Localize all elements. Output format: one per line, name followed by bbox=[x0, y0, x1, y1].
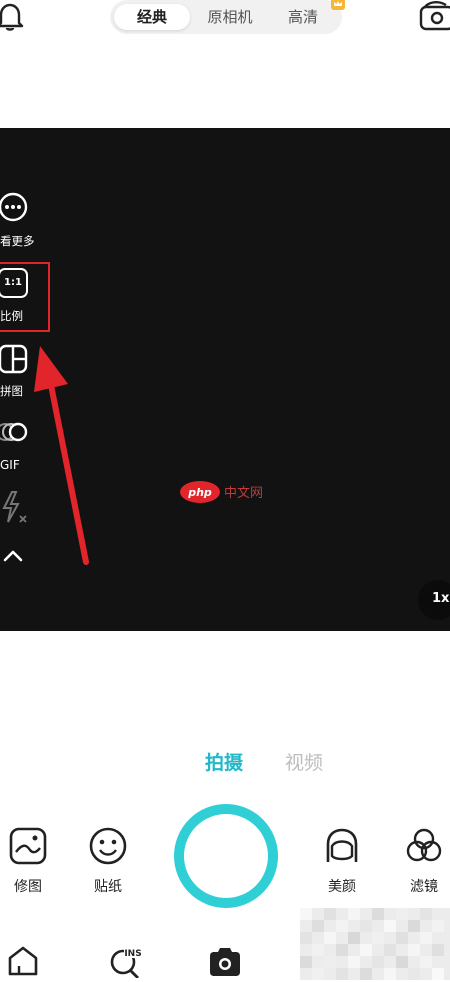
bell-icon[interactable] bbox=[0, 2, 24, 32]
svg-text:INS: INS bbox=[124, 949, 141, 959]
flash-off-icon[interactable] bbox=[0, 490, 30, 526]
collage-label: 拼图 bbox=[0, 384, 23, 398]
tab-photo[interactable]: 拍摄 bbox=[205, 748, 243, 775]
ratio-highlight-box bbox=[0, 262, 50, 332]
gif-label: GIF bbox=[0, 458, 20, 472]
vip-crown-icon bbox=[330, 0, 346, 10]
flip-camera-icon[interactable] bbox=[418, 0, 450, 32]
shutter-button[interactable] bbox=[174, 804, 278, 908]
camera-mode-switcher: 经典 原相机 高清 bbox=[110, 0, 342, 34]
edit-photo-icon[interactable] bbox=[8, 826, 48, 866]
ins-discover-icon[interactable]: INS bbox=[108, 944, 142, 979]
sticker-label: 贴纸 bbox=[94, 879, 122, 895]
gif-icon[interactable] bbox=[0, 420, 30, 444]
tab-classic[interactable]: 经典 bbox=[114, 4, 190, 30]
filter-label: 滤镜 bbox=[410, 879, 438, 895]
annotation-arrow bbox=[28, 340, 98, 572]
svg-text:中文网: 中文网 bbox=[224, 486, 263, 501]
watermark-logo: php 中文网 bbox=[178, 478, 278, 506]
tab-original-camera[interactable]: 原相机 bbox=[192, 4, 268, 30]
beauty-label: 美颜 bbox=[328, 879, 356, 895]
camera-icon[interactable] bbox=[208, 944, 242, 978]
sticker-icon[interactable] bbox=[88, 826, 128, 866]
zoom-level-button[interactable]: 1x bbox=[418, 580, 450, 620]
filter-icon[interactable] bbox=[404, 826, 444, 866]
mosaic-blurred-area bbox=[300, 908, 450, 980]
tab-video[interactable]: 视频 bbox=[285, 748, 323, 775]
more-options-icon[interactable] bbox=[0, 192, 30, 226]
collapse-chevron-icon[interactable] bbox=[2, 548, 24, 564]
tab-hd[interactable]: 高清 bbox=[270, 4, 336, 30]
more-label: 看更多 bbox=[0, 234, 35, 248]
home-icon[interactable] bbox=[6, 944, 40, 978]
collage-icon[interactable] bbox=[0, 344, 28, 374]
edit-photo-label: 修图 bbox=[14, 879, 42, 895]
svg-text:php: php bbox=[187, 486, 212, 499]
beauty-icon[interactable] bbox=[322, 826, 362, 866]
